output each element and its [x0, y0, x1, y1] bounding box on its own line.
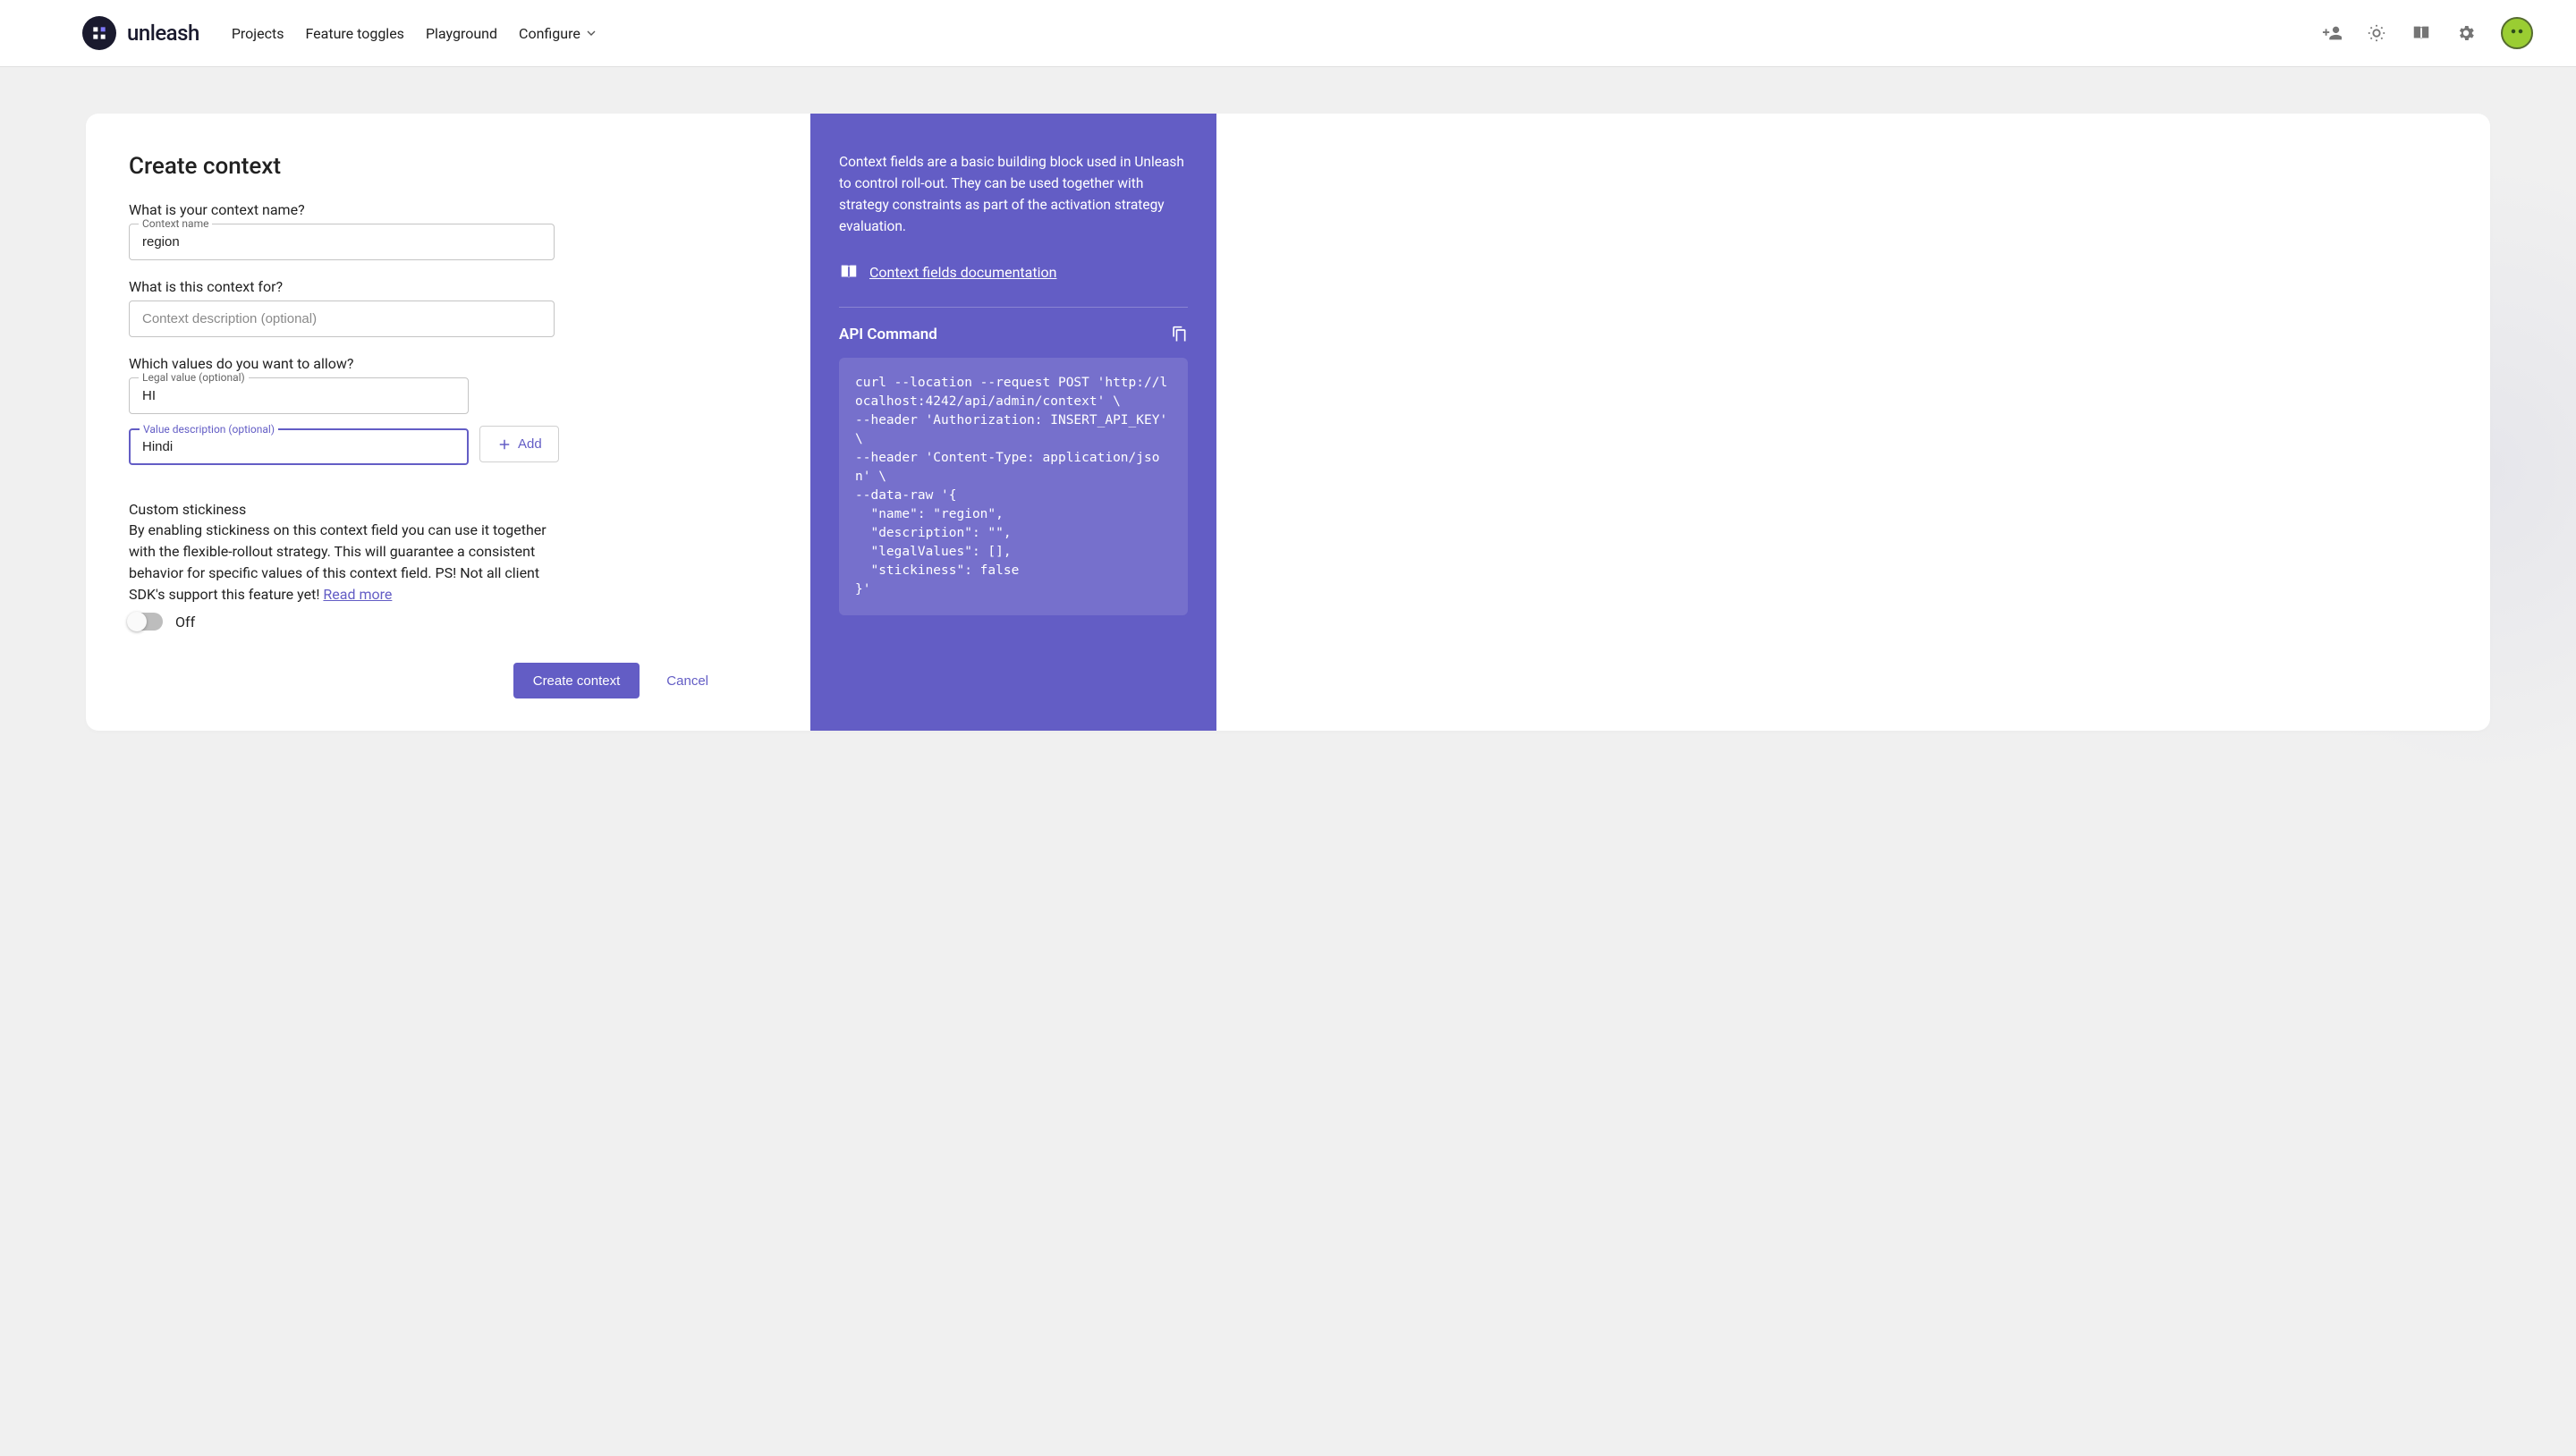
cancel-button[interactable]: Cancel	[661, 673, 714, 690]
context-name-question: What is your context name?	[129, 201, 767, 218]
legal-values-question: Which values do you want to allow?	[129, 355, 767, 372]
divider	[839, 307, 1188, 308]
documentation-link[interactable]: Context fields documentation	[869, 264, 1056, 281]
value-desc-input[interactable]	[140, 438, 457, 455]
plus-icon	[496, 436, 513, 453]
value-desc-label: Value description (optional)	[140, 423, 278, 436]
nav-projects[interactable]: Projects	[232, 25, 284, 42]
legal-value-label: Legal value (optional)	[139, 371, 249, 384]
value-desc-field[interactable]: Value description (optional)	[129, 428, 469, 465]
api-code-block[interactable]: curl --location --request POST 'http://l…	[839, 358, 1188, 615]
nav-configure[interactable]: Configure	[519, 25, 598, 42]
logo[interactable]: unleash	[82, 16, 199, 50]
book-icon	[839, 262, 859, 282]
nav-playground[interactable]: Playground	[426, 25, 497, 42]
context-desc-question: What is this context for?	[129, 278, 767, 295]
add-value-label: Add	[518, 436, 542, 452]
logo-mark-icon	[82, 16, 116, 50]
nav-feature-toggles[interactable]: Feature toggles	[305, 25, 403, 42]
docs-icon[interactable]	[2411, 23, 2431, 43]
theme-icon[interactable]	[2367, 23, 2386, 43]
page-title: Create context	[129, 153, 767, 180]
stickiness-heading: Custom stickiness	[129, 501, 767, 518]
info-panel: Context fields are a basic building bloc…	[810, 114, 1216, 731]
context-name-field[interactable]: Context name	[129, 224, 555, 260]
add-value-button[interactable]: Add	[479, 426, 559, 462]
app-header: unleash Projects Feature toggles Playgro…	[0, 0, 2576, 67]
invite-user-icon[interactable]	[2322, 23, 2342, 43]
stickiness-description: By enabling stickiness on this context f…	[129, 520, 565, 605]
info-description: Context fields are a basic building bloc…	[839, 151, 1188, 237]
create-context-card: Create context What is your context name…	[86, 114, 2490, 731]
create-context-button[interactable]: Create context	[513, 663, 640, 698]
form-panel: Create context What is your context name…	[86, 114, 810, 731]
brand-name: unleash	[127, 21, 199, 46]
page-background: Create context What is your context name…	[0, 67, 2576, 1456]
nav-configure-label: Configure	[519, 25, 580, 42]
header-icons	[2322, 17, 2533, 49]
user-avatar[interactable]	[2501, 17, 2533, 49]
stickiness-toggle[interactable]	[129, 613, 163, 631]
copy-icon[interactable]	[1170, 326, 1188, 343]
context-name-label: Context name	[139, 217, 212, 230]
stickiness-toggle-label: Off	[175, 614, 195, 631]
chevron-down-icon	[584, 26, 598, 40]
settings-icon[interactable]	[2456, 23, 2476, 43]
context-desc-input[interactable]	[140, 310, 543, 327]
api-command-heading: API Command	[839, 326, 937, 343]
read-more-link[interactable]: Read more	[323, 586, 392, 603]
legal-value-input[interactable]	[140, 387, 457, 404]
main-nav: Projects Feature toggles Playground Conf…	[232, 25, 598, 42]
context-desc-field[interactable]	[129, 301, 555, 337]
context-name-input[interactable]	[140, 233, 543, 250]
legal-value-field[interactable]: Legal value (optional)	[129, 377, 469, 414]
